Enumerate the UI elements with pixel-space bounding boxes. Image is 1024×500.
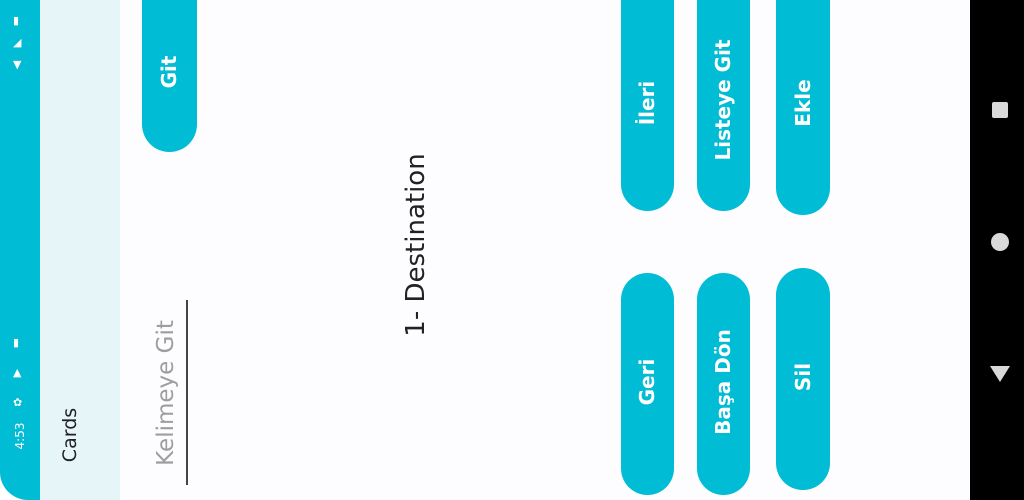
recents-square-icon[interactable] xyxy=(992,102,1008,118)
content-area xyxy=(120,0,970,500)
back-triangle-icon[interactable] xyxy=(990,366,1010,382)
status-bar: 4:53 ✿ ▲ ▮ ▮ ◢ ▼ xyxy=(0,0,40,500)
go-to-list-button-label: Listeye Git xyxy=(711,39,735,161)
search-input-underline xyxy=(186,300,188,485)
alert-icon: ▲ xyxy=(13,366,22,379)
add-button-label: Ekle xyxy=(791,79,815,127)
sim-card-icon: ▮ xyxy=(13,336,20,349)
search-input[interactable]: Kelimeye Git xyxy=(153,303,179,483)
back-to-start-button-label: Başa Dön xyxy=(711,329,735,435)
signal-icon: ◢ xyxy=(13,36,22,49)
battery-icon: ▮ xyxy=(13,14,20,27)
back-button-label: Geri xyxy=(635,358,659,406)
settings-icon: ✿ xyxy=(13,396,23,409)
page-title: Cards xyxy=(59,407,81,463)
next-button-label: İleri xyxy=(635,80,659,126)
destination-label: 1- Destination xyxy=(401,153,431,337)
go-button-label: Git xyxy=(157,55,181,89)
home-circle-icon[interactable] xyxy=(991,233,1009,251)
status-time: 4:53 xyxy=(13,422,27,450)
delete-button-label: Sil xyxy=(791,362,815,392)
wifi-icon: ▼ xyxy=(13,58,22,71)
